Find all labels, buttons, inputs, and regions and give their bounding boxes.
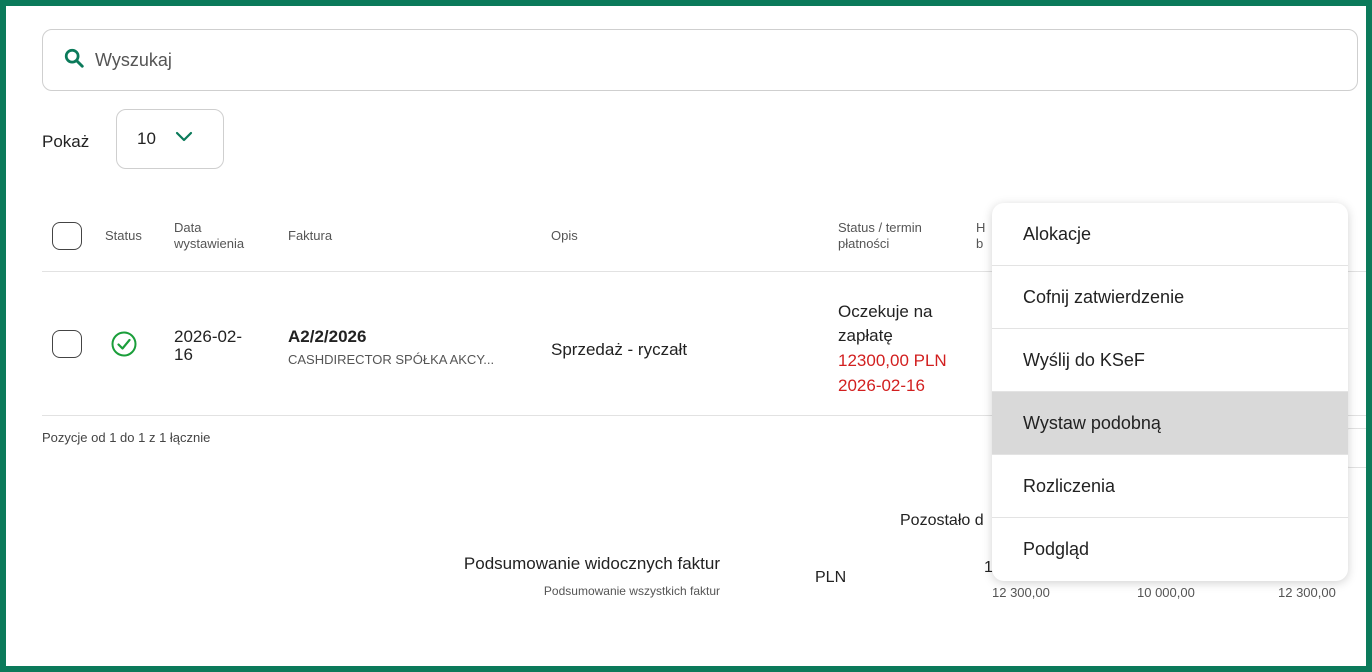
row-issue-date: 2026-02- 16 bbox=[174, 327, 243, 364]
row-due-date: 2026-02-16 bbox=[838, 376, 925, 395]
row-amount: 12300,00 PLN bbox=[838, 351, 947, 370]
page-size-label: Pokaż bbox=[42, 132, 90, 151]
search-bar[interactable] bbox=[42, 29, 1358, 91]
header-status[interactable]: Status bbox=[105, 228, 142, 244]
menu-item-wystaw-podobna[interactable]: Wystaw podobną bbox=[992, 392, 1348, 455]
header-partial[interactable]: H b bbox=[976, 220, 985, 252]
check-circle-icon bbox=[110, 330, 138, 363]
summary-all-label: Podsumowanie wszystkich faktur bbox=[543, 584, 720, 598]
row-context-menu: Alokacje Cofnij zatwierdzenie Wyślij do … bbox=[992, 203, 1348, 581]
summary-value-1: 12 300,00 bbox=[992, 585, 1050, 600]
select-all-checkbox[interactable] bbox=[52, 222, 82, 250]
page-size-select[interactable]: 10 bbox=[116, 109, 224, 169]
row-client: CASHDIRECTOR SPÓŁKA AKCY... bbox=[288, 352, 495, 367]
chevron-down-icon bbox=[174, 127, 194, 152]
menu-item-cofnij-zatwierdzenie[interactable]: Cofnij zatwierdzenie bbox=[992, 266, 1348, 329]
menu-item-rozliczenia[interactable]: Rozliczenia bbox=[992, 455, 1348, 518]
summary-currency: PLN bbox=[815, 569, 847, 586]
menu-item-alokacje[interactable]: Alokacje bbox=[992, 203, 1348, 266]
menu-item-podglad[interactable]: Podgląd bbox=[992, 518, 1348, 581]
row-payment-state: Oczekuje na zapłatę bbox=[838, 302, 933, 345]
app-frame: Pokaż 10 Status Data wystawienia Faktura… bbox=[0, 0, 1372, 672]
row-description: Sprzedaż - ryczałt bbox=[551, 340, 688, 359]
menu-item-wyslij-do-ksef[interactable]: Wyślij do KSeF bbox=[992, 329, 1348, 392]
row-checkbox[interactable] bbox=[52, 330, 82, 358]
row-invoice-number[interactable]: A2/2/2026 bbox=[288, 327, 366, 347]
summary-visible-label: Podsumowanie widocznych faktur bbox=[463, 554, 720, 573]
summary-value-3: 12 300,00 bbox=[1278, 585, 1336, 600]
search-input[interactable] bbox=[95, 49, 995, 71]
summary-value-2: 10 000,00 bbox=[1137, 585, 1195, 600]
header-payment-status[interactable]: Status / termin płatności bbox=[838, 220, 922, 252]
header-issue-date[interactable]: Data wystawienia bbox=[174, 220, 244, 252]
header-invoice[interactable]: Faktura bbox=[288, 228, 332, 244]
header-description[interactable]: Opis bbox=[551, 228, 578, 244]
search-icon bbox=[63, 47, 85, 74]
remaining-header: Pozostało d bbox=[900, 512, 984, 529]
page-size-value: 10 bbox=[137, 129, 156, 148]
positions-info: Pozycje od 1 do 1 z 1 łącznie bbox=[42, 430, 211, 445]
